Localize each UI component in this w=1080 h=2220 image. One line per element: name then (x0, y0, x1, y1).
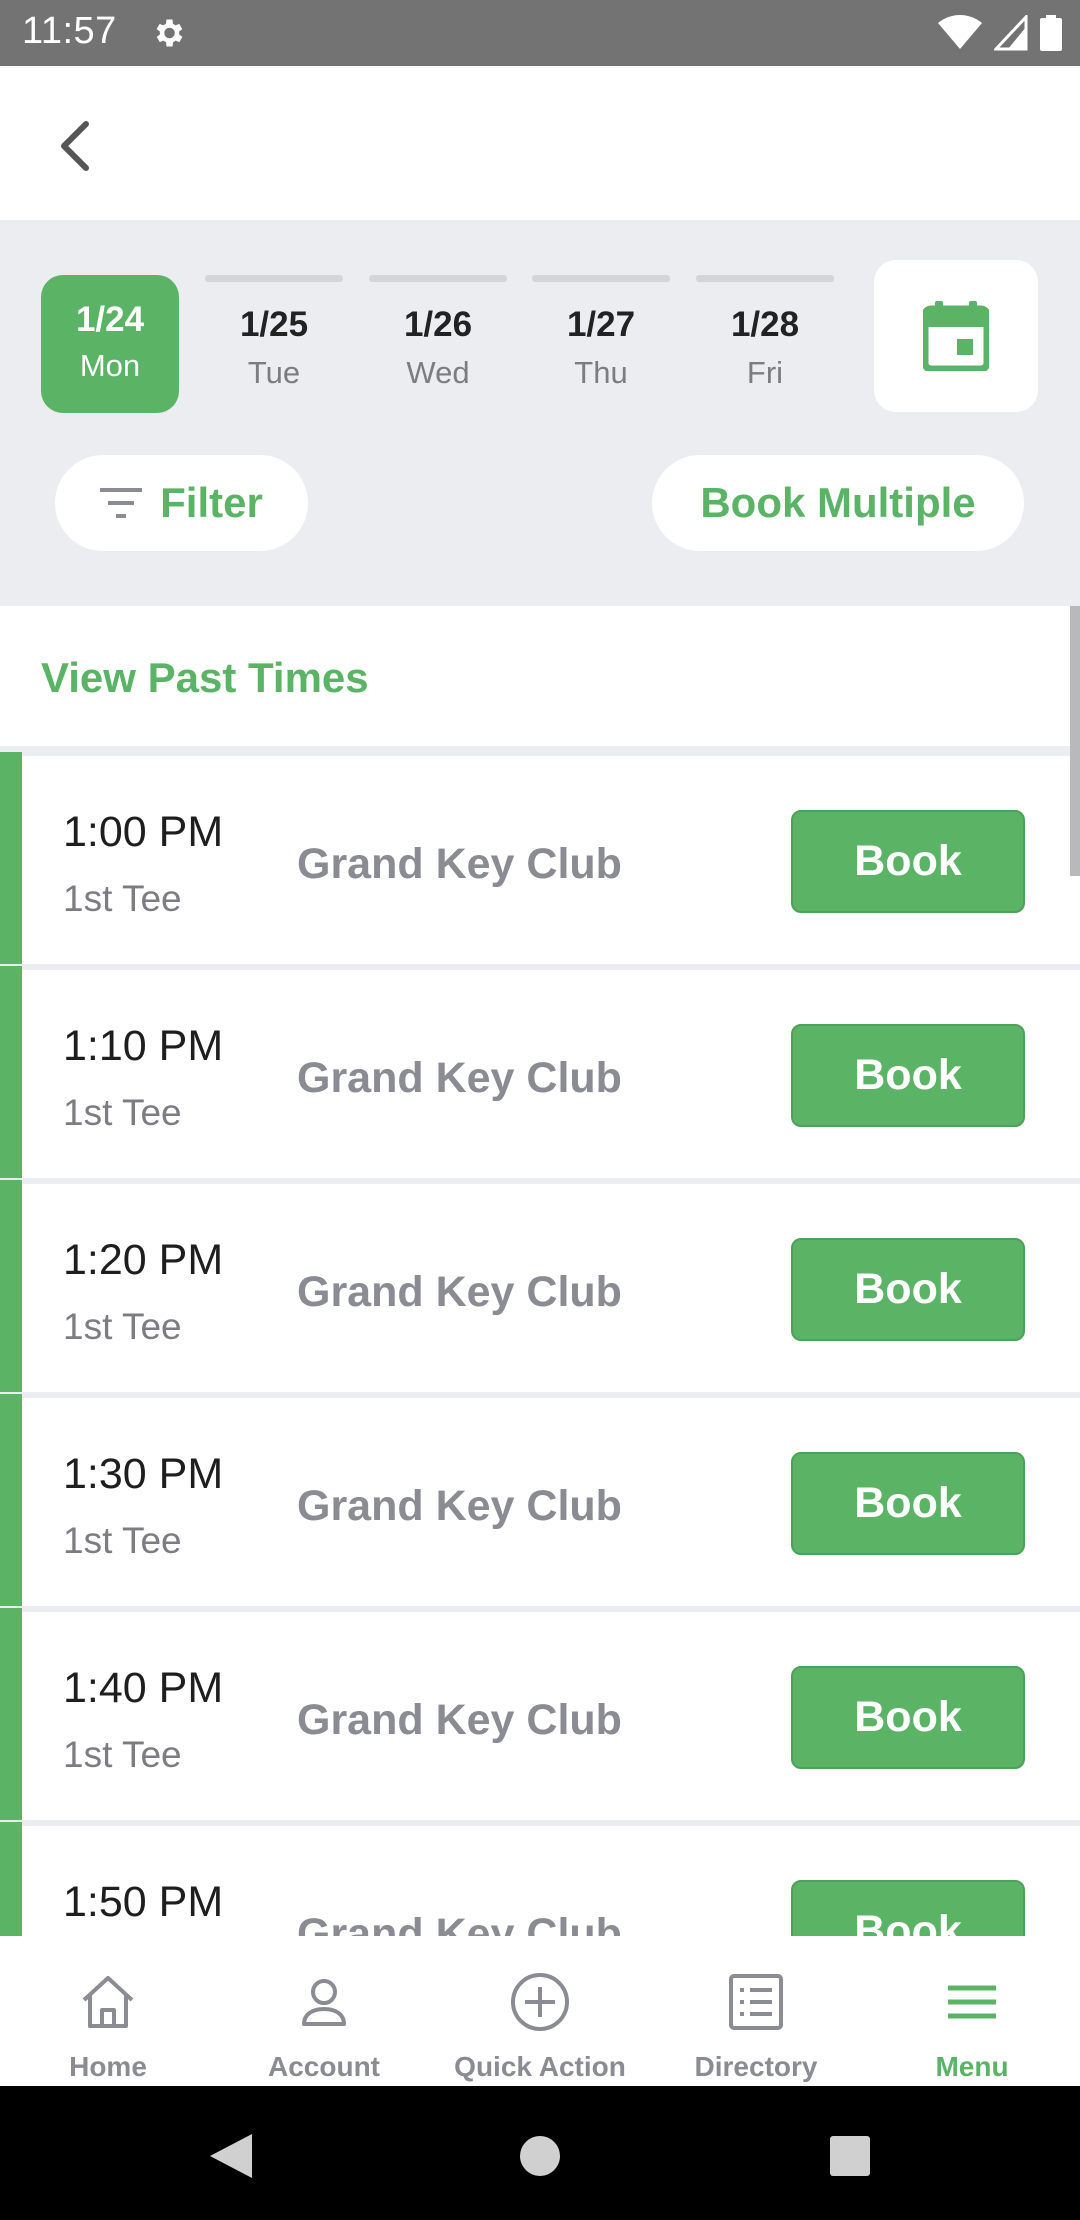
tee-time-row: 1:00 PM 1st Tee Grand Key Club Book (0, 752, 1080, 964)
tee-time-row: 1:30 PM 1st Tee Grand Key Club Book (0, 1394, 1080, 1606)
tee-time: 1:20 PM (63, 1236, 224, 1284)
back-triangle-icon[interactable] (202, 2126, 262, 2186)
tee-time-list[interactable]: View Past Times 1:00 PM 1st Tee Grand Ke… (0, 606, 1080, 1936)
book-button[interactable]: Book (791, 1024, 1025, 1127)
tee-number: 1st Tee (63, 878, 182, 919)
nav-directory[interactable]: Directory (648, 1936, 864, 2086)
home-icon (82, 1976, 134, 2028)
weekday-label: Tue (247, 355, 301, 390)
book-button[interactable]: Book (791, 1880, 1025, 1936)
chevron-left-icon (61, 121, 89, 171)
status-icons (938, 14, 1062, 52)
calendar-icon (923, 301, 989, 371)
app-header (0, 66, 1080, 220)
book-button[interactable]: Book (791, 1452, 1025, 1555)
battery-icon (1040, 15, 1062, 51)
scrollbar-thumb[interactable] (1070, 606, 1080, 876)
date-tab-4[interactable]: 1/27 Thu (532, 275, 670, 413)
plus-circle-icon (511, 1973, 569, 2031)
directory-icon (729, 1974, 783, 2030)
date-label: 1/28 (730, 305, 800, 344)
club-name: Grand Key Club (297, 1054, 622, 1102)
view-past-times-link[interactable]: View Past Times (0, 606, 1080, 746)
nav-home-label: Home (69, 2051, 147, 2082)
recents-square-icon[interactable] (820, 2126, 880, 2186)
tee-time: 1:10 PM (63, 1022, 224, 1070)
tee-time: 1:50 PM (63, 1878, 224, 1926)
tee-time-row: 1:10 PM 1st Tee Grand Key Club Book (0, 966, 1080, 1178)
date-label: 1/27 (566, 305, 636, 344)
nav-account-label: Account (268, 2051, 380, 2082)
status-time: 11:57 (22, 10, 117, 52)
date-panel: 1/24 Mon 1/25 Tue 1/26 Wed 1/27 Thu 1/28… (0, 220, 1080, 606)
filter-icon (100, 488, 143, 518)
date-tab-5[interactable]: 1/28 Fri (696, 275, 834, 413)
date-tab-3[interactable]: 1/26 Wed (369, 275, 507, 413)
weekday-label: Thu (574, 355, 628, 390)
nav-account[interactable]: Account (216, 1936, 432, 2086)
book-button[interactable]: Book (791, 810, 1025, 913)
date-label: 1/25 (239, 305, 309, 344)
book-button[interactable]: Book (791, 1238, 1025, 1341)
date-indicator (696, 275, 834, 282)
tee-time: 1:40 PM (63, 1664, 224, 1712)
wifi-icon (938, 15, 982, 49)
tee-time: 1:30 PM (63, 1450, 224, 1498)
view-past-times-label: View Past Times (41, 654, 369, 701)
nav-quick-action-label: Quick Action (454, 2051, 626, 2082)
row-accent (0, 1394, 22, 1606)
row-accent (0, 966, 22, 1178)
tee-number: 1st Tee (63, 1092, 182, 1133)
settings-gear-icon (156, 19, 183, 47)
row-accent (0, 1822, 22, 1936)
tee-time-row: 1:40 PM 1st Tee Grand Key Club Book (0, 1608, 1080, 1820)
date-indicator (532, 275, 670, 282)
date-tab-1[interactable]: 1/24 Mon (41, 275, 179, 413)
date-label: 1/26 (403, 305, 473, 344)
system-navigation-bar (0, 2086, 1080, 2220)
bottom-nav: Home Account Quick Action Directory Menu (0, 1936, 1080, 2086)
club-name: Grand Key Club (297, 1268, 622, 1316)
tee-time-row: 1:20 PM 1st Tee Grand Key Club Book (0, 1180, 1080, 1392)
row-accent (0, 1608, 22, 1820)
club-name: Grand Key Club (297, 840, 622, 888)
nav-quick-action[interactable]: Quick Action (432, 1936, 648, 2086)
club-name: Grand Key Club (297, 1910, 622, 1936)
weekday-label: Mon (79, 348, 141, 383)
row-accent (0, 752, 22, 964)
tee-number: 1st Tee (63, 1520, 182, 1561)
menu-icon (948, 1985, 996, 2019)
weekday-label: Wed (406, 355, 470, 390)
date-tab-2[interactable]: 1/25 Tue (205, 275, 343, 413)
tee-time-row: 1:50 PM Grand Key Club Book (0, 1822, 1080, 1936)
back-button[interactable] (40, 110, 112, 182)
book-multiple-label: Book Multiple (700, 479, 976, 526)
date-indicator (369, 275, 507, 282)
filter-button[interactable]: Filter (55, 455, 308, 551)
club-name: Grand Key Club (297, 1696, 622, 1744)
nav-menu-label: Menu (935, 2051, 1009, 2082)
tee-times-screen: 11:57 1/24 Mon 1/25 Tue 1/26 Wed 1/27 Th… (0, 0, 1080, 2220)
cell-signal-icon (994, 15, 1028, 51)
filter-label: Filter (160, 479, 263, 526)
book-button[interactable]: Book (791, 1666, 1025, 1769)
tee-number: 1st Tee (63, 1734, 182, 1775)
weekday-label: Fri (746, 355, 784, 390)
club-name: Grand Key Club (297, 1482, 622, 1530)
tee-time: 1:00 PM (63, 808, 224, 856)
account-icon (302, 1979, 346, 2026)
tee-number: 1st Tee (63, 1306, 182, 1347)
row-accent (0, 1180, 22, 1392)
home-circle-icon[interactable] (510, 2126, 570, 2186)
status-bar: 11:57 (0, 0, 1080, 66)
nav-home[interactable]: Home (0, 1936, 216, 2086)
nav-menu[interactable]: Menu (864, 1936, 1080, 2086)
book-multiple-button[interactable]: Book Multiple (652, 455, 1024, 551)
date-indicator (205, 275, 343, 282)
calendar-button[interactable] (874, 260, 1038, 412)
date-label: 1/24 (75, 300, 145, 339)
nav-directory-label: Directory (694, 2051, 818, 2082)
